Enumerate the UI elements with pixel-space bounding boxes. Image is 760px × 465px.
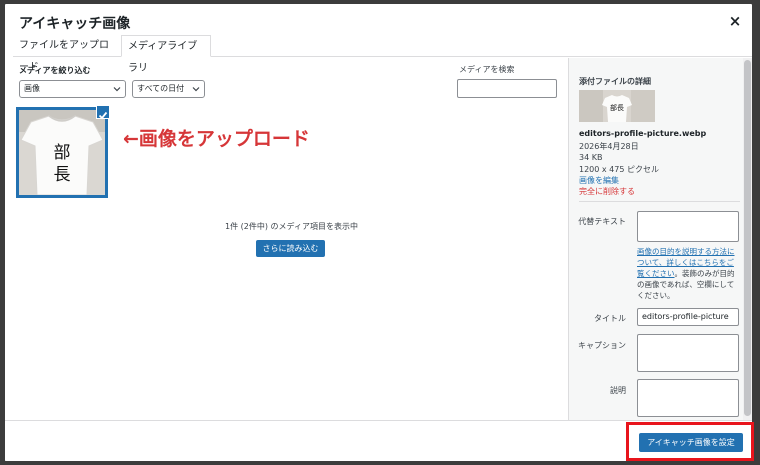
sidebar-divider — [579, 201, 740, 202]
alt-text-field[interactable] — [637, 211, 739, 242]
date-filter-select[interactable]: すべての日付 — [132, 80, 205, 98]
caption-field[interactable] — [637, 334, 739, 372]
caption-label: キャプション — [578, 341, 626, 350]
attachment-details-sidebar: 添付ファイルの詳細 部長 editors-profile-picture.web… — [568, 58, 752, 420]
tshirt-image: 部 長 — [19, 110, 105, 195]
search-label: メディアを検索 — [459, 65, 515, 74]
attachment-size: 34 KB — [579, 153, 603, 162]
title-label: タイトル — [594, 314, 626, 323]
attachment-date: 2026年4月28日 — [579, 142, 639, 151]
tab-media-library[interactable]: メディアライブラリ — [121, 35, 211, 74]
delete-permanently-link[interactable]: 完全に削除する — [579, 186, 635, 197]
description-label: 説明 — [610, 386, 626, 395]
attachment-details-title: 添付ファイルの詳細 — [579, 77, 651, 86]
attachment-dimensions: 1200 x 475 ピクセル — [579, 165, 659, 174]
alt-text-help: 画像の目的を説明する方法について、詳しくはこちらをご覧ください。装飾のみが目的の… — [637, 246, 741, 301]
attachment-filename: editors-profile-picture.webp — [579, 129, 707, 138]
featured-image-modal: アイキャッチ画像 × ファイルをアップロード メディアライブラリ メディアを絞り… — [5, 4, 752, 461]
modal-tabs: ファイルをアップロード メディアライブラリ — [13, 35, 752, 74]
media-type-value: 画像 — [24, 84, 40, 93]
load-more-button[interactable]: さらに読み込む — [256, 240, 325, 257]
shirt-text-1: 部 — [54, 143, 71, 163]
media-count-text: 1件 (2件中) のメディア項目を表示中 — [225, 222, 358, 231]
shirt-text-2: 長 — [54, 165, 71, 185]
set-featured-image-button[interactable]: アイキャッチ画像を設定 — [639, 433, 743, 452]
tab-upload-files[interactable]: ファイルをアップロード — [13, 35, 119, 73]
upload-annotation: ←画像をアップロード — [123, 128, 310, 150]
edit-image-link[interactable]: 画像を編集 — [579, 175, 619, 186]
date-filter-value: すべての日付 — [137, 84, 185, 93]
check-icon[interactable] — [96, 105, 110, 120]
chevron-down-icon — [113, 87, 121, 92]
sidebar-scrollbar[interactable] — [743, 58, 752, 420]
modal-title: アイキャッチ画像 — [19, 16, 131, 32]
media-search-input[interactable] — [457, 79, 557, 98]
close-icon[interactable]: × — [728, 14, 742, 29]
description-field[interactable] — [637, 379, 739, 417]
attachment-thumbnail: 部長 — [579, 90, 655, 122]
filter-label: メディアを絞り込む — [19, 66, 91, 75]
title-field[interactable]: editors-profile-picture — [637, 308, 739, 326]
media-type-select[interactable]: 画像 — [19, 80, 126, 98]
media-item-thumbnail[interactable]: 部 長 — [16, 107, 108, 198]
thumb-shirt-text: 部長 — [610, 103, 624, 112]
scrollbar-thumb[interactable] — [744, 60, 751, 416]
alt-text-label: 代替テキスト — [578, 217, 626, 226]
chevron-down-icon — [192, 87, 200, 92]
